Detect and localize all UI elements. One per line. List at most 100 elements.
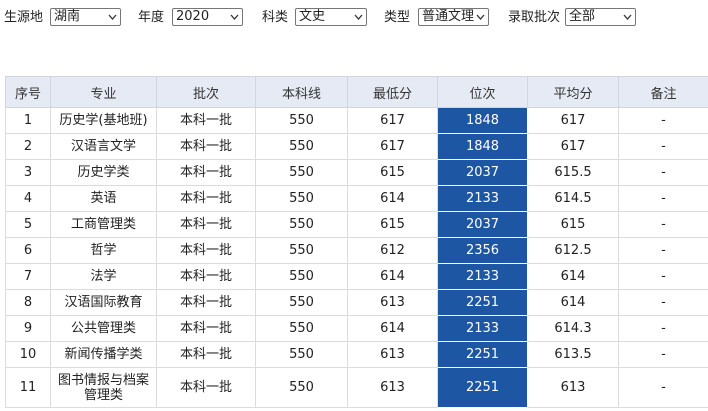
table-row: 6 哲学 本科一批 550 612 2356 612.5 - [5,237,708,264]
year-select-value: 2020 [176,9,210,24]
cell-rank: 1848 [437,133,528,160]
table-row: 9 公共管理类 本科一批 550 614 2133 614.3 - [5,315,708,342]
cell-major: 工商管理类 [50,211,157,238]
cell-rank: 2037 [437,159,528,186]
cell-note: - [618,237,708,264]
cell-cutoff: 550 [255,211,348,238]
admission-score-table: 序号 专业 批次 本科线 最低分 位次 平均分 备注 1 历史学(基地班) 本科… [5,76,708,408]
cell-rank: 2251 [437,341,528,368]
cell-avg-score: 614 [527,263,619,290]
cell-major: 汉语国际教育 [50,289,157,316]
type-select[interactable]: 普通文理 [418,8,489,26]
cell-avg-score: 612.5 [527,237,619,264]
cell-cutoff: 550 [255,263,348,290]
cell-note: - [618,289,708,316]
cell-major: 公共管理类 [50,315,157,342]
cell-index: 5 [5,211,51,238]
cell-batch: 本科一批 [156,263,256,290]
cell-note: - [618,159,708,186]
chevron-down-icon [354,14,363,20]
cell-avg-score: 617 [527,133,619,160]
cell-rank: 2037 [437,211,528,238]
cell-batch: 本科一批 [156,289,256,316]
cell-batch: 本科一批 [156,133,256,160]
cell-major: 历史学类 [50,159,157,186]
cell-index: 2 [5,133,51,160]
chevron-down-icon [623,14,632,20]
cell-note: - [618,341,708,368]
cell-cutoff: 550 [255,341,348,368]
subject-select-value: 文史 [299,9,326,24]
cell-rank: 2356 [437,237,528,264]
year-select[interactable]: 2020 [172,8,243,26]
cell-index: 10 [5,341,51,368]
cell-batch: 本科一批 [156,107,256,134]
cell-batch: 本科一批 [156,237,256,264]
chevron-down-icon [230,14,239,20]
cell-cutoff: 550 [255,185,348,212]
cell-cutoff: 550 [255,289,348,316]
table-row: 8 汉语国际教育 本科一批 550 613 2251 614 - [5,289,708,316]
table-row: 2 汉语言文学 本科一批 550 617 1848 617 - [5,133,708,160]
cell-major: 新闻传播学类 [50,341,157,368]
cell-major: 法学 [50,263,157,290]
table-row: 4 英语 本科一批 550 614 2133 614.5 - [5,185,708,212]
cell-min-score: 615 [347,211,438,238]
cell-index: 1 [5,107,51,134]
cell-avg-score: 614 [527,289,619,316]
type-label: 类型 [384,10,411,25]
column-header-avg-score: 平均分 [527,76,619,108]
cell-avg-score: 615 [527,211,619,238]
column-header-index: 序号 [5,76,51,108]
origin-select-value: 湖南 [54,9,81,24]
cell-min-score: 617 [347,133,438,160]
cell-min-score: 615 [347,159,438,186]
cell-min-score: 613 [347,289,438,316]
cell-rank: 2251 [437,289,528,316]
cell-cutoff: 550 [255,133,348,160]
subject-label: 科类 [262,10,289,25]
column-header-min-score: 最低分 [347,76,438,108]
cell-major: 历史学(基地班) [50,107,157,134]
cell-note: - [618,211,708,238]
cell-min-score: 612 [347,237,438,264]
cell-note: - [618,107,708,134]
cell-batch: 本科一批 [156,341,256,368]
cell-cutoff: 550 [255,107,348,134]
cell-index: 4 [5,185,51,212]
table-row: 11 图书情报与档案管理类 本科一批 550 613 2251 613 - [5,367,708,408]
type-select-value: 普通文理 [422,9,475,24]
filter-bar: 生源地 湖南 年度 2020 科类 文史 类型 普通文理 录取批次 全部 [0,6,708,30]
cell-note: - [618,315,708,342]
year-label: 年度 [138,10,165,25]
cell-min-score: 613 [347,341,438,368]
cell-index: 8 [5,289,51,316]
cell-rank: 1848 [437,107,528,134]
cell-batch: 本科一批 [156,211,256,238]
cell-avg-score: 615.5 [527,159,619,186]
cell-index: 7 [5,263,51,290]
cell-note: - [618,185,708,212]
cell-major: 英语 [50,185,157,212]
cell-min-score: 614 [347,185,438,212]
cell-cutoff: 550 [255,237,348,264]
table-header-row: 序号 专业 批次 本科线 最低分 位次 平均分 备注 [5,76,708,108]
column-header-note: 备注 [618,76,708,108]
cell-note: - [618,263,708,290]
batch-select-value: 全部 [569,9,596,24]
chevron-down-icon [476,14,485,20]
cell-avg-score: 614.3 [527,315,619,342]
cell-note: - [618,367,708,408]
subject-select[interactable]: 文史 [295,8,367,26]
table-row: 7 法学 本科一批 550 614 2133 614 - [5,263,708,290]
table-row: 1 历史学(基地班) 本科一批 550 617 1848 617 - [5,107,708,134]
cell-rank: 2133 [437,263,528,290]
origin-select[interactable]: 湖南 [50,8,121,26]
cell-cutoff: 550 [255,159,348,186]
chevron-down-icon [108,14,117,20]
batch-select[interactable]: 全部 [565,8,636,26]
cell-index: 9 [5,315,51,342]
table-row: 3 历史学类 本科一批 550 615 2037 615.5 - [5,159,708,186]
cell-major: 图书情报与档案管理类 [50,367,157,408]
column-header-cutoff: 本科线 [255,76,348,108]
